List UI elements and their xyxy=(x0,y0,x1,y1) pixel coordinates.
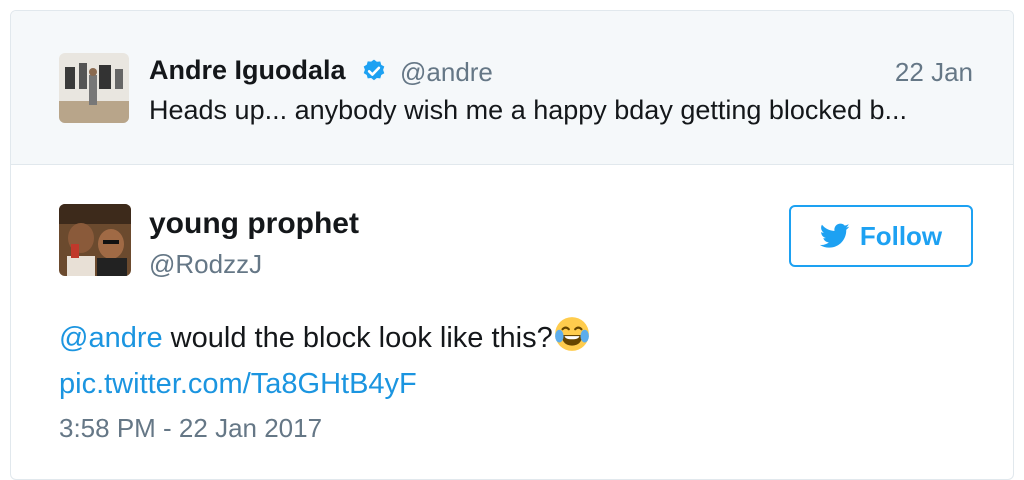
parent-date[interactable]: 22 Jan xyxy=(895,57,973,88)
parent-avatar[interactable] xyxy=(59,53,129,123)
parent-tweet-text: Heads up... anybody wish me a happy bday… xyxy=(149,95,907,125)
parent-author-name[interactable]: Andre Iguodala xyxy=(149,55,346,86)
pic-link[interactable]: pic.twitter.com/Ta8GHtB4yF xyxy=(59,368,417,400)
embedded-tweet-card: Andre Iguodala @andre 22 Jan Heads up...… xyxy=(10,10,1014,480)
follow-button-label: Follow xyxy=(859,220,943,251)
follow-button[interactable]: Follow xyxy=(789,205,973,267)
mention-link[interactable]: @andre xyxy=(59,322,163,354)
avatar[interactable] xyxy=(59,204,131,276)
quoted-parent-tweet[interactable]: Andre Iguodala @andre 22 Jan Heads up...… xyxy=(11,11,1013,165)
tweet-body-text: would the block look like this? xyxy=(162,322,553,354)
author-handle[interactable]: @RodzzJ xyxy=(149,249,262,280)
verified-badge-icon xyxy=(363,59,385,81)
author-name[interactable]: young prophet xyxy=(149,207,359,241)
tweet-timestamp[interactable]: 3:58 PM - 22 Jan 2017 xyxy=(59,413,322,444)
tweet-text: @andre would the block look like this? p… xyxy=(59,315,591,407)
bird-icon xyxy=(819,223,850,248)
parent-author-handle[interactable]: @andre xyxy=(400,57,493,88)
face-with-tears-of-joy-icon xyxy=(554,317,589,351)
